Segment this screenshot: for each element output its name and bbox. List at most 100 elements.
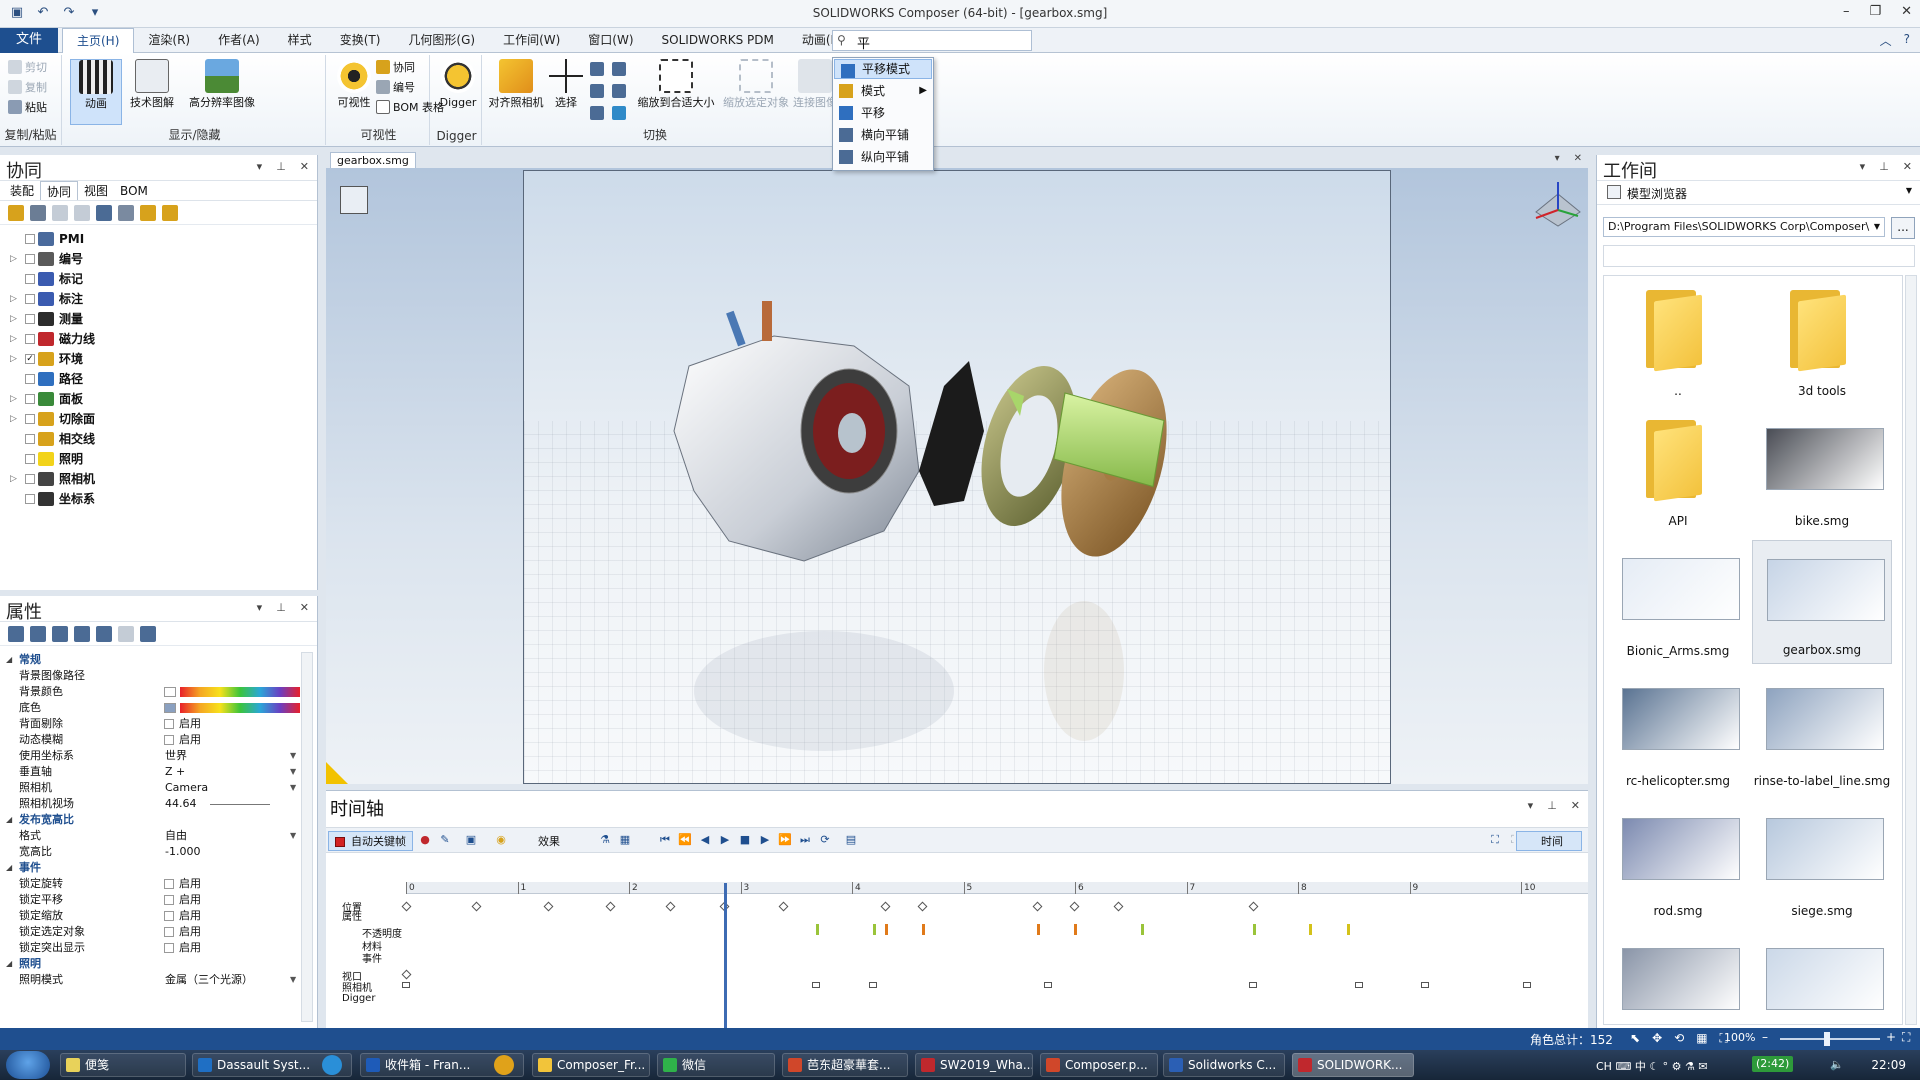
collapse-icon[interactable]: ◢	[6, 812, 12, 828]
digger-button[interactable]: Digger	[432, 59, 484, 109]
taskbar-item[interactable]: SW2019_Wha...	[915, 1053, 1033, 1077]
panel-menu-icon[interactable]: ▾	[257, 160, 263, 173]
position-keyframe[interactable]	[605, 901, 616, 912]
property-checkbox[interactable]	[164, 879, 174, 889]
tree-node[interactable]: ▷ ✓ 环境	[0, 349, 317, 369]
pin-icon[interactable]: ⊥	[1879, 160, 1889, 173]
opacity-keyframe[interactable]	[1347, 924, 1351, 935]
ribbon-tab-6[interactable]: 工作间(W)	[489, 28, 574, 53]
help-icon[interactable]: ?	[1904, 32, 1910, 49]
alphabetical-icon[interactable]	[30, 626, 46, 642]
camera-keyframe[interactable]	[812, 982, 821, 988]
panel-close-icon[interactable]: ✕	[300, 601, 309, 614]
fov-slider[interactable]	[210, 804, 270, 805]
property-category[interactable]: ◢ 发布宽高比	[0, 812, 300, 828]
opacity-keyframe[interactable]	[922, 924, 926, 935]
align-camera-button[interactable]: 对齐照相机	[484, 59, 548, 109]
go-start-icon[interactable]: ⏮	[658, 833, 672, 847]
taskbar-item[interactable]: Composer_Fr...	[532, 1053, 650, 1077]
property-checkbox[interactable]	[164, 719, 174, 729]
key-props-icon[interactable]: ✎	[438, 833, 452, 847]
effects-menu[interactable]: 效果	[538, 833, 560, 849]
playhead[interactable]	[723, 883, 727, 1028]
digger-key-icon[interactable]: ◉	[494, 833, 508, 847]
tree-node-checkbox[interactable]	[25, 374, 35, 384]
walk-tool[interactable]	[612, 105, 629, 122]
model-thumbnail[interactable]: rc-helicopter.smg	[1608, 670, 1748, 794]
thumbnail-scrollbar[interactable]	[1905, 275, 1917, 1025]
chrome-icon[interactable]	[494, 1055, 514, 1075]
grid-mode-icon[interactable]: ▦	[1696, 1031, 1707, 1046]
chevron-down-icon[interactable]: ▼	[290, 764, 296, 780]
tech-illustration-button[interactable]: 技术图解	[126, 59, 178, 109]
doc-tab-gearbox[interactable]: gearbox.smg	[330, 152, 416, 169]
collab-up-icon[interactable]	[52, 205, 68, 221]
opacity-keyframe[interactable]	[816, 924, 820, 935]
doc-menu-icon[interactable]: ▾	[1555, 153, 1560, 164]
ribbon-tab-3[interactable]: 样式	[274, 28, 326, 53]
visibility-button[interactable]: 可视性	[328, 59, 380, 109]
skype-icon[interactable]	[322, 1055, 342, 1075]
step-forward-icon[interactable]: ▶	[758, 833, 772, 847]
camera-keyframe[interactable]	[1421, 982, 1430, 988]
table-icon[interactable]	[118, 205, 134, 221]
property-category[interactable]: ◢ 事件	[0, 860, 300, 876]
ribbon-tab-1[interactable]: 渲染(R)	[134, 28, 204, 53]
collapse-icon[interactable]: ◢	[6, 956, 12, 972]
property-value[interactable]: 金属（三个光源）	[165, 972, 253, 988]
props-scrollbar[interactable]	[301, 652, 313, 1022]
refresh-icon[interactable]	[52, 626, 68, 642]
collab-add-icon[interactable]	[30, 205, 46, 221]
collab-toggle[interactable]: 协同	[376, 59, 415, 76]
axis-triad-icon[interactable]	[1528, 176, 1588, 232]
minimize-button[interactable]: –	[1843, 4, 1850, 19]
taskbar-item[interactable]: 芭东超豪華套...	[782, 1053, 908, 1077]
collapse-icon[interactable]: ◢	[6, 652, 12, 668]
tree-node-checkbox[interactable]	[25, 434, 35, 444]
render-mode-icon[interactable]	[340, 186, 368, 214]
reset-icon[interactable]	[74, 626, 90, 642]
play-icon[interactable]: ▶	[718, 833, 732, 847]
taskbar-item[interactable]: 便笺	[60, 1053, 186, 1077]
tree-node[interactable]: ▷ 测量	[0, 309, 317, 329]
camera-keyframe[interactable]	[869, 982, 878, 988]
time-ruler[interactable]: 0 1 2 3 4 5 6 7 8 9 10	[406, 882, 1588, 894]
property-checkbox[interactable]	[164, 895, 174, 905]
expand-icon[interactable]: ▷	[10, 409, 17, 429]
tree-node[interactable]: PMI	[0, 229, 317, 249]
tree-node-checkbox[interactable]	[25, 254, 35, 264]
tree-node[interactable]: ▷ 标注	[0, 289, 317, 309]
property-value[interactable]: -1.000	[165, 844, 200, 860]
taskbar-item[interactable]: SOLIDWORK...	[1292, 1053, 1414, 1077]
collab-subtab-0[interactable]: 装配	[4, 181, 40, 200]
collab-down-icon[interactable]	[74, 205, 90, 221]
camera-keyframe[interactable]	[1522, 982, 1531, 988]
opacity-keyframe[interactable]	[1309, 924, 1313, 935]
search-result-item[interactable]: 平移模式	[834, 59, 932, 79]
search-result-item[interactable]: 平移	[833, 102, 933, 124]
go-end-icon[interactable]: ⏭	[798, 833, 812, 847]
pan-tool[interactable]	[590, 83, 607, 100]
tree-node-checkbox[interactable]	[25, 274, 35, 284]
zoom-in-icon[interactable]: +	[1886, 1030, 1896, 1044]
taskbar-item[interactable]: Solidworks C...	[1163, 1053, 1285, 1077]
taskbar-item[interactable]: Composer.p...	[1040, 1053, 1158, 1077]
tree-node-checkbox[interactable]	[25, 454, 35, 464]
panel-menu-icon[interactable]: ▾	[1528, 799, 1534, 812]
property-checkbox[interactable]	[164, 911, 174, 921]
property-checkbox[interactable]	[164, 943, 174, 953]
tree-node-checkbox[interactable]	[25, 294, 35, 304]
color-swatch[interactable]	[164, 703, 176, 713]
property-category[interactable]: ◢ 常规	[0, 652, 300, 668]
panel-close-icon[interactable]: ✕	[300, 160, 309, 173]
categorized-icon[interactable]	[8, 626, 24, 642]
opacity-keyframe[interactable]	[1037, 924, 1041, 935]
expand-icon[interactable]: ▷	[10, 349, 17, 369]
filter-icon[interactable]	[8, 205, 24, 221]
collab-subtab-2[interactable]: 视图	[78, 181, 114, 200]
rotate-tool[interactable]	[590, 61, 607, 78]
animation-button[interactable]: 动画	[70, 59, 122, 125]
time-mode-dropdown[interactable]: 时间	[1516, 831, 1582, 851]
hires-image-button[interactable]: 高分辨率图像	[180, 59, 264, 109]
position-keyframe[interactable]	[917, 901, 928, 912]
